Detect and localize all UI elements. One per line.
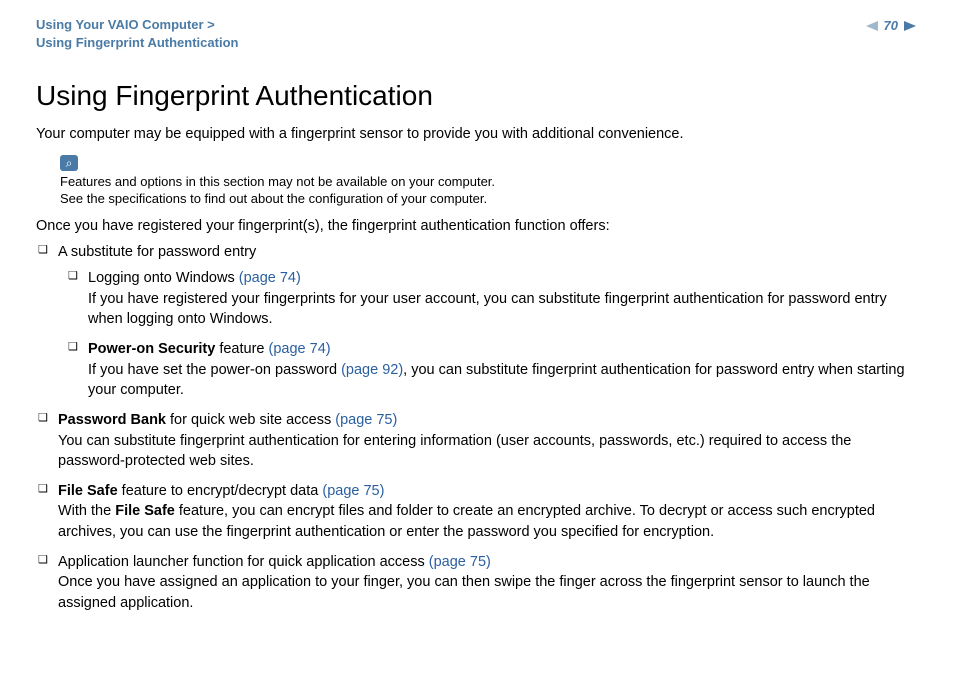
list-item: Power-on Security feature (page 74) If y… (88, 339, 918, 400)
page-link[interactable]: (page 75) (429, 554, 491, 570)
breadcrumb-line-2: Using Fingerprint Authentication (36, 34, 238, 52)
item-body: You can substitute fingerprint authentic… (58, 431, 918, 472)
list-item: Password Bank for quick web site access … (58, 410, 918, 471)
sub-list: Logging onto Windows (page 74) If you ha… (58, 268, 918, 400)
item-bold-prefix: Power-on Security (88, 341, 215, 357)
page-link[interactable]: (page 92) (341, 362, 403, 378)
next-page-arrow-icon[interactable] (904, 20, 918, 32)
info-box: ⌕ Features and options in this section m… (60, 154, 918, 208)
item-prefix: Logging onto Windows (88, 270, 239, 286)
prev-page-arrow-icon[interactable] (864, 20, 878, 32)
page-title: Using Fingerprint Authentication (36, 80, 918, 112)
feature-list: A substitute for password entry Logging … (36, 242, 918, 613)
item-prefix-rest: feature (215, 341, 268, 357)
page-link[interactable]: (page 74) (269, 341, 331, 357)
item-title: A substitute for password entry (58, 244, 256, 260)
list-item: Application launcher function for quick … (58, 552, 918, 613)
page-navigation: 70 (864, 18, 918, 33)
intro-text: Your computer may be equipped with a fin… (36, 126, 918, 142)
item-body: If you have registered your fingerprints… (88, 289, 918, 330)
search-info-icon: ⌕ (60, 155, 78, 171)
item-prefix: Application launcher function for quick … (58, 554, 429, 570)
body-bold: File Safe (115, 503, 175, 519)
page-header: Using Your VAIO Computer > Using Fingerp… (36, 16, 918, 52)
info-text-line-1: Features and options in this section may… (60, 174, 918, 191)
page-link[interactable]: (page 75) (335, 412, 397, 428)
breadcrumb: Using Your VAIO Computer > Using Fingerp… (36, 16, 238, 52)
item-body: If you have set the power-on password (p… (88, 360, 918, 401)
body-pre: With the (58, 503, 115, 519)
body-pre: If you have set the power-on password (88, 362, 341, 378)
item-bold-prefix: File Safe (58, 483, 118, 499)
list-item: Logging onto Windows (page 74) If you ha… (88, 268, 918, 329)
item-bold-prefix: Password Bank (58, 412, 166, 428)
item-prefix-rest: for quick web site access (166, 412, 335, 428)
breadcrumb-line-1: Using Your VAIO Computer > (36, 16, 238, 34)
item-body: With the File Safe feature, you can encr… (58, 501, 918, 542)
list-item: A substitute for password entry Logging … (58, 242, 918, 400)
list-item: File Safe feature to encrypt/decrypt dat… (58, 481, 918, 542)
lead-text: Once you have registered your fingerprin… (36, 218, 918, 234)
page-link[interactable]: (page 75) (322, 483, 384, 499)
page-number: 70 (884, 18, 898, 33)
item-body: Once you have assigned an application to… (58, 572, 918, 613)
body-post: feature, you can encrypt files and folde… (58, 503, 875, 539)
page-link[interactable]: (page 74) (239, 270, 301, 286)
info-text-line-2: See the specifications to find out about… (60, 191, 918, 208)
item-prefix-rest: feature to encrypt/decrypt data (118, 483, 323, 499)
